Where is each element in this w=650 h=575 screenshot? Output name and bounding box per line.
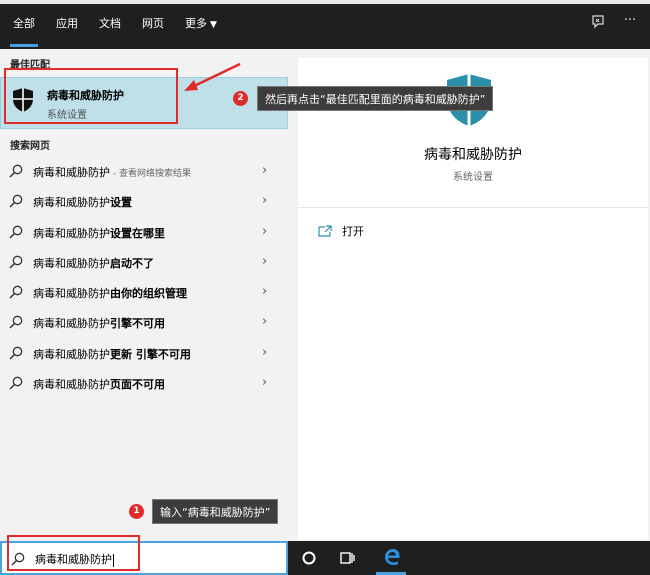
list-item[interactable]: 病毒和威胁防护设置在哪里 › [0,218,288,248]
web-results-list: 病毒和威胁防护 - 查看网络搜索结果 › 病毒和威胁防护设置 › 病毒和威胁防护… [0,157,288,399]
step-2-badge: 2 [233,91,248,106]
step-1-badge: 1 [129,504,144,519]
tab-all[interactable]: 全部 [10,16,38,47]
list-item[interactable]: 病毒和威胁防护 - 查看网络搜索结果 › [0,157,288,187]
open-icon [318,225,332,237]
taskbar [288,541,650,575]
chevron-right-icon: › [262,375,268,391]
detail-panel: 病毒和威胁防护 系统设置 打开 [298,58,648,540]
search-icon [9,255,23,269]
list-item[interactable]: 病毒和威胁防护设置 › [0,187,288,217]
search-icon [9,376,23,390]
detail-title: 病毒和威胁防护 [424,147,522,163]
search-icon [9,194,23,208]
chevron-right-icon: › [262,163,268,178]
search-icon [9,316,23,330]
annotation-highlight-box [4,68,178,124]
list-item[interactable]: 病毒和威胁防护更新 引擎不可用 › [0,339,288,369]
search-icon [9,164,23,178]
detail-subtitle: 系统设置 [453,172,493,183]
tab-apps[interactable]: 应用 [56,16,78,47]
open-button[interactable]: 打开 [318,223,364,239]
search-icon [9,225,23,239]
tab-web[interactable]: 网页 [142,16,164,47]
step-2-tooltip: 然后再点击“最佳匹配里面的病毒和威胁防护” [257,86,494,111]
cortana-circle-icon[interactable] [300,549,318,567]
chevron-right-icon: › [262,284,268,300]
chevron-right-icon: › [262,223,268,239]
web-search-heading: 搜索网页 [10,141,50,152]
annotation-arrow [184,62,241,91]
list-item[interactable]: 病毒和威胁防护启动不了 › [0,248,288,278]
ellipsis-icon[interactable]: ··· [620,13,640,33]
feedback-icon[interactable] [588,14,608,34]
list-item[interactable]: 病毒和威胁防护引擎不可用 › [0,308,288,338]
chevron-down-icon: ▼ [210,20,217,30]
list-item[interactable]: 病毒和威胁防护由你的组织管理 › [0,278,288,308]
chevron-right-icon: › [262,344,268,360]
results-panel: 最佳匹配 病毒和威胁防护 系统设置 搜索网页 病毒和威胁防护 - 查看网络搜索结… [0,49,288,541]
task-view-icon[interactable] [338,549,356,567]
tab-more[interactable]: 更多 ▼ [185,16,217,47]
chevron-right-icon: › [262,314,268,330]
window-top-strip [0,0,650,4]
edge-icon[interactable] [382,547,402,567]
detail-header: 病毒和威胁防护 系统设置 [298,58,648,208]
chevron-right-icon: › [262,193,268,209]
search-icon [9,285,23,299]
annotation-highlight-box [7,535,140,571]
search-filter-tabs: 全部 应用 文档 网页 更多 ▼ [10,16,238,47]
list-item[interactable]: 病毒和威胁防护页面不可用 › [0,369,288,399]
search-icon [9,346,23,360]
chevron-right-icon: › [262,253,268,269]
tab-documents[interactable]: 文档 [99,16,121,47]
search-top-bar: 全部 应用 文档 网页 更多 ▼ ··· [0,0,650,49]
step-1-tooltip: 输入“病毒和威胁防护” [152,499,279,524]
